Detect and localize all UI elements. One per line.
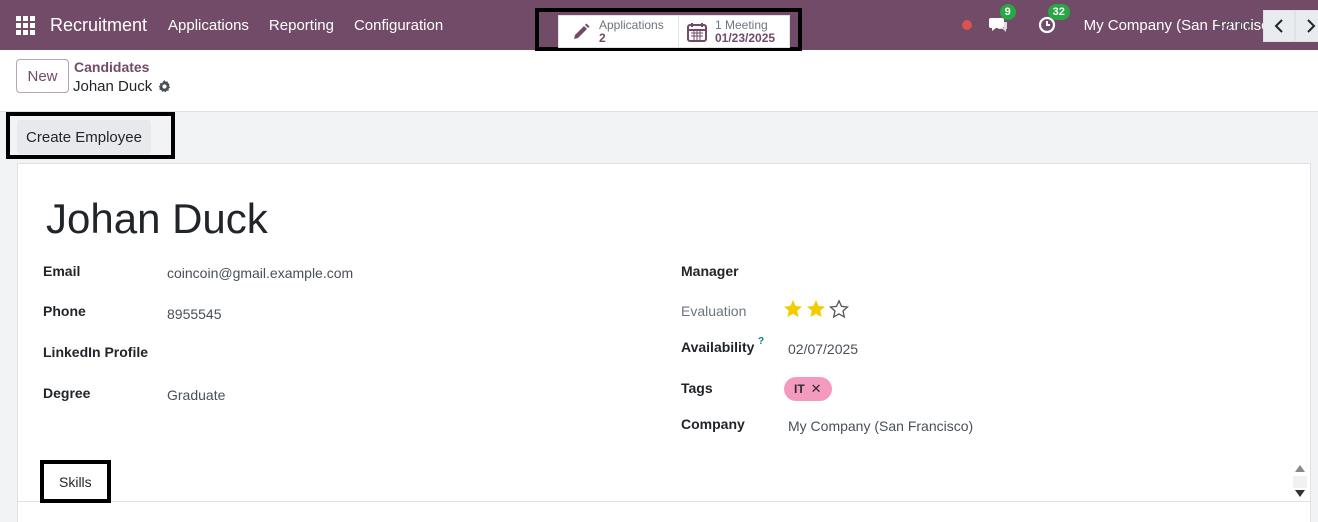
- chevron-left-icon: [1274, 19, 1283, 33]
- pencil-icon: [574, 23, 590, 39]
- app-name[interactable]: Recruitment: [50, 15, 147, 36]
- evaluation-label: Evaluation: [681, 303, 747, 319]
- new-button[interactable]: New: [16, 59, 69, 93]
- breadcrumb-parent[interactable]: Candidates: [74, 59, 149, 75]
- linkedin-field[interactable]: [167, 346, 467, 364]
- gear-icon[interactable]: [158, 80, 171, 93]
- manager-label: Manager: [681, 263, 739, 279]
- availability-label: Availability: [681, 339, 755, 355]
- applications-label: Applications: [599, 17, 664, 32]
- menu-applications[interactable]: Applications: [168, 17, 249, 34]
- breadcrumb-current: Johan Duck: [73, 78, 171, 95]
- phone-label: Phone: [43, 303, 86, 319]
- control-panel: New Candidates Johan Duck: [0, 50, 1318, 112]
- degree-label: Degree: [43, 385, 91, 401]
- calendar-icon: [687, 22, 707, 42]
- star-empty-icon[interactable]: [829, 299, 849, 319]
- company-label: Company: [681, 416, 745, 432]
- scrollbar-track[interactable]: [1293, 476, 1307, 488]
- tag-it[interactable]: IT ✕: [784, 377, 832, 401]
- chevron-right-icon: [1307, 19, 1316, 33]
- pager-value[interactable]: 3 / 17: [1215, 17, 1253, 34]
- tags-label: Tags: [681, 380, 713, 396]
- tab-skills[interactable]: Skills: [59, 474, 92, 490]
- messages-icon[interactable]: 9: [988, 4, 1016, 36]
- tag-label: IT: [794, 382, 805, 396]
- scroll-up-arrow-icon[interactable]: [1295, 465, 1305, 472]
- evaluation-stars: [783, 299, 849, 319]
- pager-next-button[interactable]: [1295, 10, 1318, 42]
- star-icon[interactable]: [783, 299, 803, 319]
- availability-field[interactable]: 02/07/2025: [788, 341, 858, 357]
- breadcrumb-current-label: Johan Duck: [73, 78, 153, 95]
- availability-help-icon[interactable]: ?: [758, 336, 764, 347]
- remove-tag-icon[interactable]: ✕: [811, 381, 822, 397]
- create-employee-button[interactable]: Create Employee: [17, 120, 151, 154]
- candidate-name[interactable]: Johan Duck: [46, 195, 268, 243]
- degree-field[interactable]: Graduate: [167, 387, 225, 403]
- recording-indicator-icon[interactable]: [961, 20, 972, 30]
- messages-badge: 9: [999, 4, 1016, 20]
- menu-reporting[interactable]: Reporting: [269, 17, 334, 34]
- activities-badge: 32: [1047, 4, 1070, 20]
- meeting-label: 1 Meeting: [715, 17, 768, 32]
- scroll-down-arrow-icon[interactable]: [1295, 490, 1305, 497]
- menu-configuration[interactable]: Configuration: [354, 17, 443, 34]
- manager-field[interactable]: [788, 263, 1188, 281]
- tabs-divider: [17, 501, 1311, 502]
- company-field[interactable]: My Company (San Francisco): [788, 418, 973, 434]
- meeting-smart-button[interactable]: 1 Meeting 01/23/2025: [678, 15, 790, 48]
- applications-smart-button[interactable]: Applications 2: [558, 15, 679, 48]
- email-field[interactable]: coincoin@gmail.example.com: [167, 265, 353, 281]
- star-icon[interactable]: [806, 299, 826, 319]
- activities-clock-icon[interactable]: 32: [1036, 4, 1070, 36]
- meeting-date: 01/23/2025: [715, 30, 776, 45]
- pager-previous-button[interactable]: [1263, 10, 1295, 42]
- smart-buttons-highlight: Applications 2 1 Meeting 01/23/2025: [535, 8, 802, 51]
- email-label: Email: [43, 263, 81, 279]
- phone-field[interactable]: 8955545: [167, 306, 222, 322]
- applications-count: 2: [599, 30, 606, 45]
- linkedin-label: LinkedIn Profile: [43, 344, 149, 360]
- apps-menu-icon[interactable]: [0, 0, 50, 50]
